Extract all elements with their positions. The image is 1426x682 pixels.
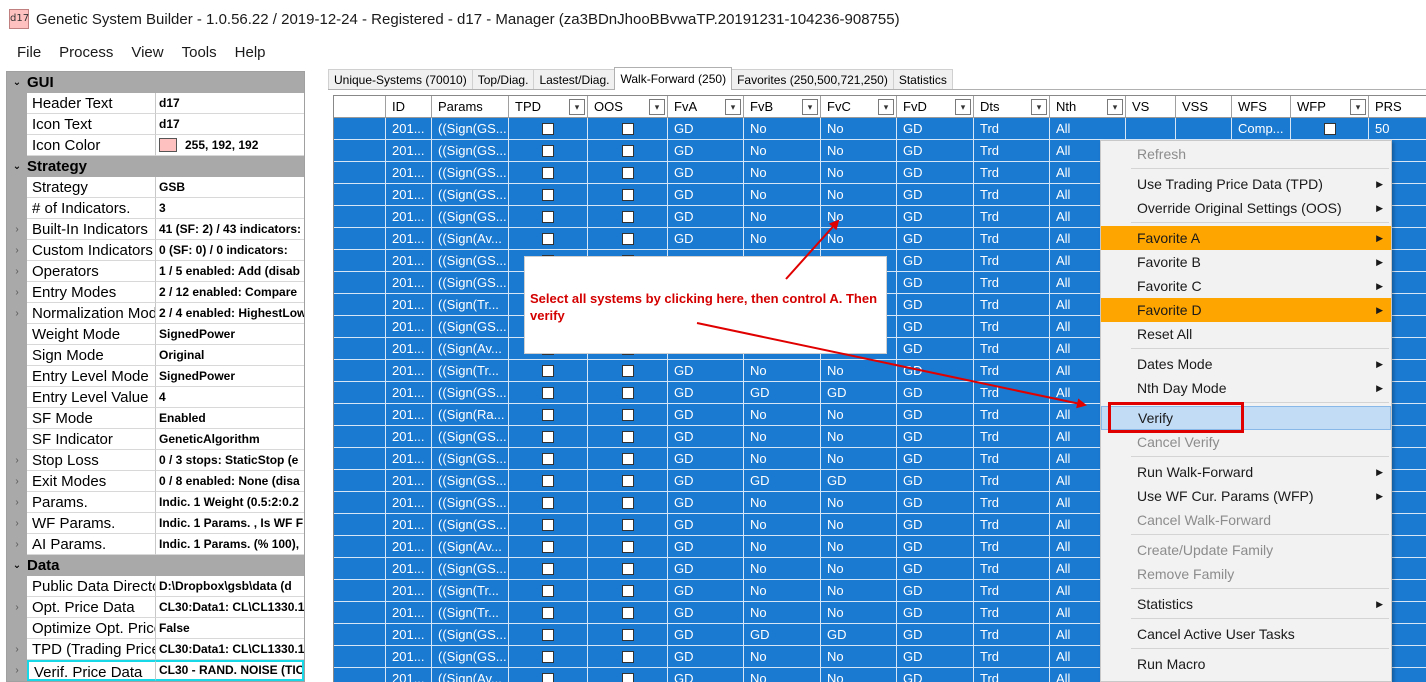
annotation-arrows <box>696 219 1087 409</box>
tab-walk-forward-250[interactable]: Walk-Forward (250) <box>614 67 733 90</box>
arrow-to-verify <box>696 322 1087 409</box>
arrow-to-grid <box>785 219 840 280</box>
